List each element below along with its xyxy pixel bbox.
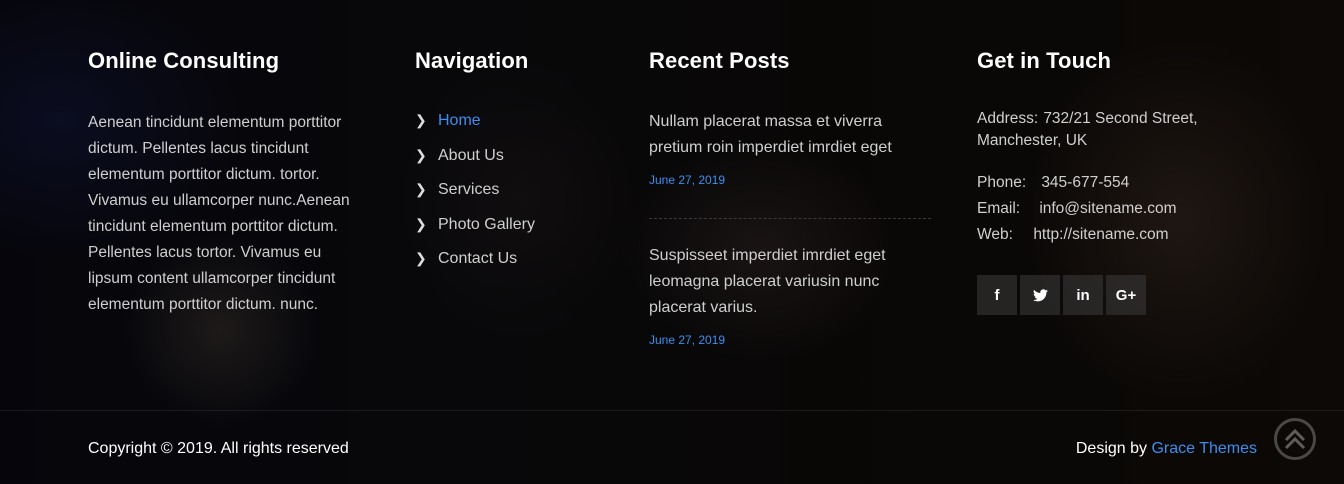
- nav-item-contact[interactable]: ❯ Contact Us: [415, 248, 535, 283]
- design-credit-link[interactable]: Grace Themes: [1151, 440, 1257, 457]
- post-item: Nullam placerat massa et viverra pretium…: [649, 109, 931, 187]
- about-text: Aenean tincidunt elementum porttitor dic…: [88, 114, 350, 313]
- nav-item-about[interactable]: ❯ About Us: [415, 145, 535, 180]
- nav-link-gallery[interactable]: Photo Gallery: [438, 214, 535, 236]
- facebook-icon[interactable]: f: [977, 275, 1017, 315]
- chevron-right-icon: ❯: [415, 112, 427, 128]
- chevron-right-icon: ❯: [415, 181, 427, 197]
- web-line: Web: http://sitename.com: [977, 224, 1169, 246]
- post-date: June 27, 2019: [649, 173, 726, 187]
- twitter-bird-icon: [1032, 288, 1048, 301]
- phone-value: 345-677-554: [1041, 174, 1130, 191]
- email-label: Email:: [977, 200, 1021, 217]
- nav-item-services[interactable]: ❯ Services: [415, 179, 535, 214]
- design-prefix: Design by: [1075, 440, 1148, 457]
- email-line: Email: info@sitename.com: [977, 198, 1177, 220]
- post-title-link[interactable]: Nullam placerat massa et viverra pretium…: [649, 109, 931, 161]
- about-heading: Online Consulting: [88, 48, 280, 73]
- nav-item-home[interactable]: ❯ Home: [415, 110, 535, 145]
- web-value[interactable]: http://sitename.com: [1033, 226, 1168, 243]
- footer-divider: [0, 410, 1344, 411]
- design-credit: Design by Grace Themes: [1076, 440, 1257, 458]
- chevron-right-icon: ❯: [415, 146, 427, 163]
- nav-link-services[interactable]: Services: [438, 179, 499, 201]
- email-value[interactable]: info@sitename.com: [1039, 200, 1176, 217]
- linkedin-icon[interactable]: in: [1063, 275, 1103, 315]
- footer-widgets: Online Consulting Aenean tincidunt eleme…: [0, 0, 1344, 484]
- copyright-text: Copyright © 2019. All rights reserved: [88, 440, 349, 457]
- chevron-right-icon: ❯: [415, 250, 427, 266]
- nav-link-about[interactable]: About Us: [438, 145, 504, 167]
- phone-line: Phone: 345-677-554: [977, 172, 1129, 194]
- nav-link-contact[interactable]: Contact Us: [438, 248, 517, 270]
- web-label: Web:: [977, 226, 1013, 243]
- recent-posts-heading: Recent Posts: [649, 48, 790, 73]
- phone-label: Phone:: [977, 174, 1027, 191]
- post-title-link[interactable]: Suspisseet imperdiet imrdiet eget leomag…: [649, 243, 931, 321]
- chevron-up-icon: [1284, 428, 1306, 450]
- navigation-list: ❯ Home ❯ About Us ❯ Services ❯ Photo Gal…: [415, 110, 535, 283]
- address-label: Address:: [977, 110, 1039, 127]
- post-divider: [649, 218, 931, 219]
- address-line: Address: 732/21 Second Street, Mancheste…: [977, 108, 1277, 152]
- post-date: June 27, 2019: [649, 333, 726, 347]
- contact-heading: Get in Touch: [977, 48, 1112, 73]
- nav-link-home[interactable]: Home: [438, 110, 481, 132]
- nav-item-gallery[interactable]: ❯ Photo Gallery: [415, 214, 535, 249]
- google-plus-icon[interactable]: G+: [1106, 275, 1146, 315]
- chevron-right-icon: ❯: [415, 215, 427, 232]
- back-to-top-button[interactable]: [1274, 418, 1316, 460]
- twitter-icon[interactable]: [1020, 275, 1060, 315]
- navigation-heading: Navigation: [415, 48, 529, 73]
- social-links: f in G+: [977, 275, 1146, 315]
- post-item: Suspisseet imperdiet imrdiet eget leomag…: [649, 243, 931, 347]
